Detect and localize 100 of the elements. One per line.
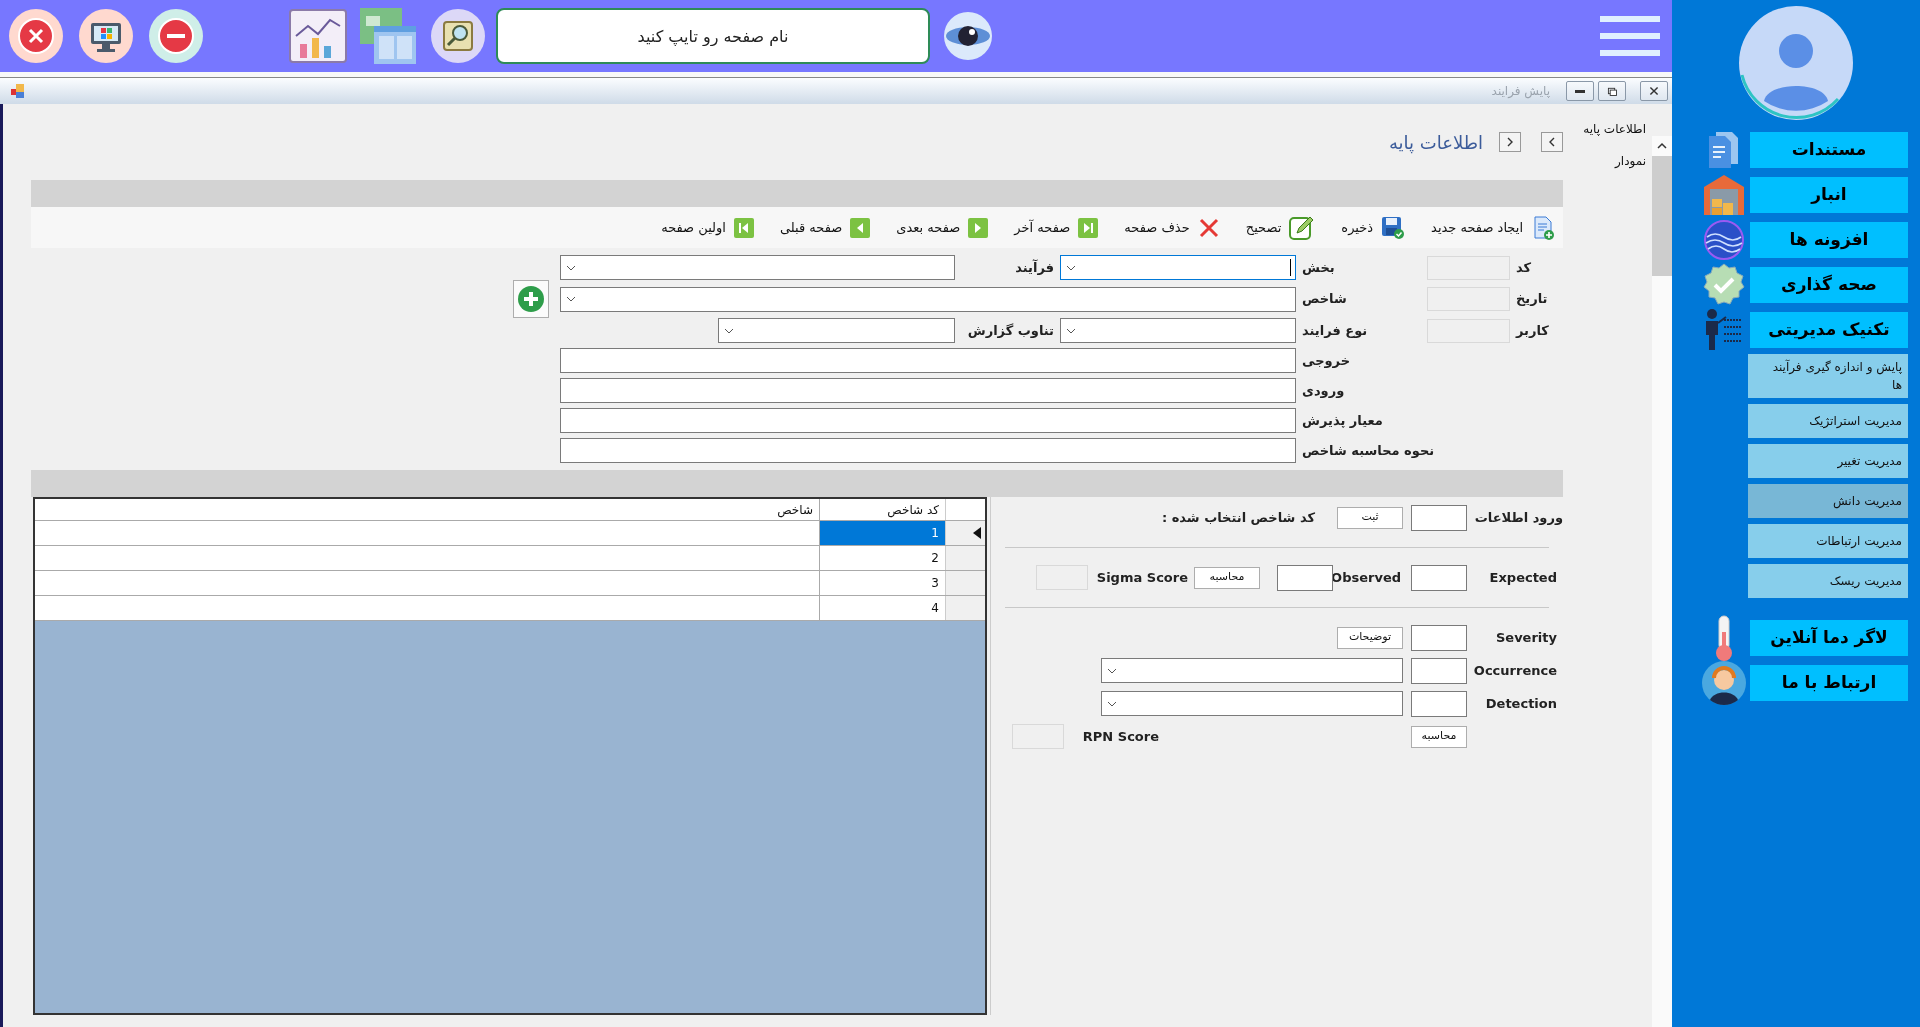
row-header[interactable] (945, 521, 985, 545)
button[interactable]: محاسبه (1411, 725, 1467, 748)
input-field[interactable] (560, 438, 1296, 463)
input-field[interactable] (1277, 564, 1333, 591)
nav-item[interactable]: نمودار (1615, 152, 1646, 170)
dropdown[interactable] (560, 255, 955, 280)
window-title: پایش فرایند (1491, 83, 1550, 100)
search-field[interactable]: نام صفحه رو تایپ کنید (496, 8, 930, 64)
submenu-item[interactable]: پایش و اندازه گیری فرآیند ها (1748, 354, 1908, 398)
toolbar-button[interactable]: اولین صفحه (661, 217, 754, 238)
input-field[interactable] (1411, 504, 1467, 531)
menu-button[interactable]: انبار (1750, 177, 1908, 213)
dropdown[interactable] (1101, 691, 1403, 716)
waves-icon (1703, 219, 1745, 261)
dropdown[interactable] (1060, 318, 1296, 343)
save-icon (1381, 215, 1406, 240)
menu-button[interactable]: صحه گذاری (1750, 267, 1908, 303)
toolbar-button[interactable]: صفحه آخر (1014, 217, 1099, 238)
current-row-icon (973, 527, 981, 539)
field-label: RPN Score (1081, 727, 1159, 746)
table-cell: 1 (819, 521, 945, 545)
button[interactable]: توضیحات (1337, 626, 1403, 649)
windows-icon[interactable] (358, 6, 418, 66)
dropdown[interactable] (560, 286, 1296, 312)
input-field[interactable] (560, 408, 1296, 433)
restore-button[interactable] (1598, 81, 1626, 101)
warehouse-icon (1702, 173, 1746, 217)
field-label: فرآیند (1015, 258, 1054, 277)
page-title: اطلاعات پایه (1388, 130, 1483, 156)
field-label: معیار پذیرش (1302, 411, 1383, 430)
submenu-item[interactable]: مدیریت ریسک (1748, 564, 1908, 598)
dropdown[interactable] (718, 318, 955, 343)
check-badge-icon (1702, 263, 1746, 307)
input-field[interactable] (1411, 657, 1467, 684)
submenu-item[interactable]: مدیریت تغییر (1748, 444, 1908, 478)
input-field[interactable] (1411, 564, 1467, 591)
button[interactable]: محاسبه (1194, 566, 1260, 589)
toolbar-button[interactable]: صفحه قبلی (779, 217, 871, 238)
input-field[interactable] (560, 378, 1296, 403)
submenu-item[interactable]: مدیریت ارتباطات (1748, 524, 1908, 558)
minus-icon[interactable] (148, 8, 204, 64)
toolbar-button[interactable]: حذف صفحه (1124, 216, 1220, 239)
support-agent-icon (1701, 660, 1747, 706)
text-cursor (1290, 259, 1291, 276)
close-icon[interactable] (8, 8, 64, 64)
first-page-icon (733, 217, 754, 238)
nav-item[interactable]: اطلاعات پایه (1583, 120, 1646, 138)
toolbar-button[interactable]: ایجاد صفحه جدید (1431, 215, 1555, 240)
field-label: ورود اطلاعات (1473, 508, 1563, 527)
menu-button[interactable]: لاگر دما آنلاین (1750, 620, 1908, 656)
input-field[interactable] (1411, 690, 1467, 717)
field-label: کد (1516, 258, 1532, 277)
column-header[interactable]: شاخص (35, 499, 819, 520)
next-page-icon (968, 217, 989, 238)
chart-icon[interactable] (288, 6, 348, 66)
field-label: بخش (1302, 258, 1335, 277)
new-page-icon (1531, 215, 1555, 240)
app-icon (10, 83, 26, 99)
toolbar-button[interactable]: تصحیح (1245, 214, 1316, 241)
field-label: تاریخ (1516, 290, 1548, 309)
toolbar-button[interactable]: صفحه بعدی (896, 217, 989, 238)
field-label: خروجی (1302, 351, 1351, 370)
toolbar-button[interactable]: ذخیره (1341, 215, 1406, 240)
menu-button[interactable]: ارتباط با ما (1750, 665, 1908, 701)
field-label: کاربر (1516, 321, 1549, 340)
next-button[interactable] (1499, 132, 1521, 152)
field-label: ورودی (1302, 381, 1345, 400)
input-field[interactable] (560, 348, 1296, 373)
back-button[interactable] (1541, 132, 1563, 152)
menu-button[interactable]: تکنیک مدیریتی (1750, 312, 1908, 348)
field-label: Severity (1494, 628, 1558, 647)
menu-button[interactable]: افزونه ها (1750, 222, 1908, 258)
delete-icon (1197, 216, 1220, 239)
previous-page-icon (850, 217, 871, 238)
field-label: Observed (1333, 568, 1401, 587)
monitor-icon[interactable] (78, 8, 134, 64)
scrollbar-thumb[interactable] (1652, 156, 1672, 276)
search-icon[interactable] (430, 8, 486, 64)
close-button[interactable] (1640, 81, 1668, 101)
button[interactable]: ثبت (1337, 506, 1403, 529)
column-header[interactable]: کد شاخص (819, 499, 945, 520)
minimize-button[interactable] (1566, 81, 1594, 101)
submenu-item[interactable]: مدیریت دانش (1748, 484, 1908, 518)
avatar-icon[interactable] (1738, 5, 1854, 121)
menu-button[interactable]: مستندات (1750, 132, 1908, 168)
input-field[interactable] (1411, 624, 1467, 651)
field-label: نحوه محاسبه شاخص (1302, 441, 1435, 460)
field-label: تناوب گزارش (967, 321, 1054, 340)
last-page-icon (1078, 217, 1099, 238)
add-button[interactable] (513, 280, 549, 318)
dropdown[interactable] (1101, 658, 1403, 683)
minimize-icon (1575, 89, 1585, 93)
field-label: Sigma Score (1098, 568, 1188, 587)
menu-icon[interactable] (1600, 14, 1660, 58)
field-label: شاخص (1302, 290, 1347, 309)
dropdown[interactable] (1060, 255, 1296, 280)
submenu-item[interactable]: مدیریت استراتژیک (1748, 404, 1908, 438)
field-label: نوع فرایند (1302, 321, 1368, 340)
pencil-icon (1289, 214, 1316, 241)
field-label: کد شاخص انتخاب شده : (1161, 508, 1315, 527)
